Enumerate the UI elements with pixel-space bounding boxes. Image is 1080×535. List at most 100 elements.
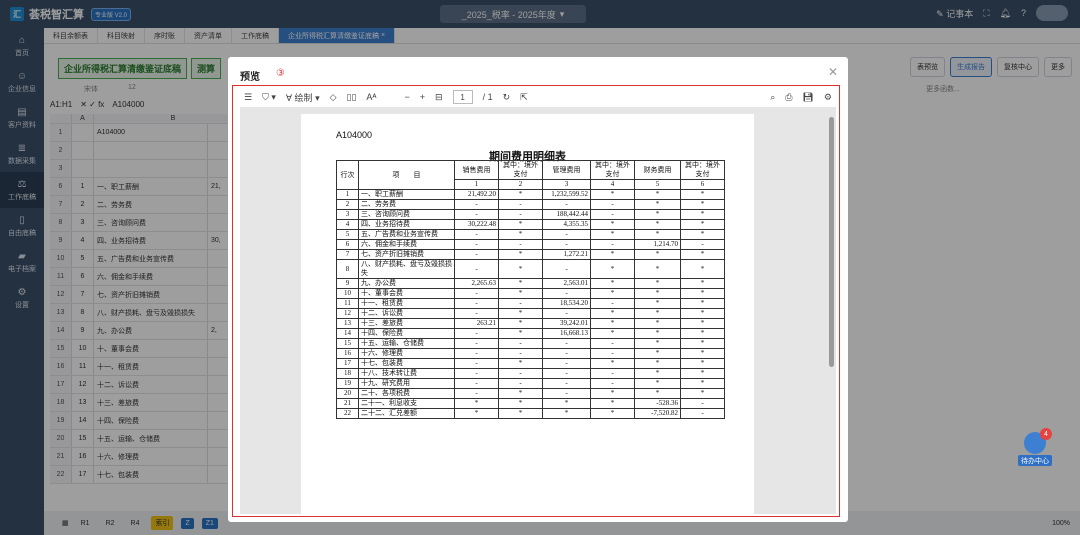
table-cell: - bbox=[590, 199, 635, 210]
column-number: 4 bbox=[590, 179, 635, 190]
table-cell: * bbox=[634, 229, 681, 240]
table-cell: 10 bbox=[336, 288, 359, 299]
scrollbar[interactable] bbox=[829, 117, 834, 367]
export-icon[interactable]: ⇱ bbox=[520, 92, 528, 103]
eraser-icon[interactable]: ◇ bbox=[330, 92, 337, 103]
outline-icon[interactable]: ☰ bbox=[244, 92, 252, 103]
table-cell: - bbox=[454, 249, 499, 260]
table-cell: * bbox=[498, 388, 543, 399]
table-cell: * bbox=[634, 288, 681, 299]
step-marker: ③ bbox=[276, 68, 285, 79]
table-header: 其中：境外支付 bbox=[680, 160, 725, 180]
todo-center-label: 待办中心 bbox=[1018, 455, 1052, 466]
table-row: 4 四、业务招待费 30,222.48 * 4,355.35 * * * bbox=[336, 219, 725, 230]
table-cell: * bbox=[590, 219, 635, 230]
fit-icon[interactable]: ⊟ bbox=[435, 92, 443, 103]
table-row: 11 十一、租赁费 - -18,534.20- * * bbox=[336, 298, 725, 309]
table-cell: 3 bbox=[336, 209, 359, 220]
table-cell: 一、职工薪酬 bbox=[358, 189, 455, 200]
table-cell: - bbox=[590, 239, 635, 250]
table-cell: * bbox=[634, 358, 681, 369]
table-cell: - bbox=[542, 229, 591, 240]
table-cell: * bbox=[680, 229, 725, 240]
table-cell: - bbox=[680, 239, 725, 250]
table-cell: -528.36 bbox=[634, 398, 681, 409]
table-cell: 17 bbox=[336, 358, 359, 369]
table-cell: - bbox=[590, 298, 635, 309]
table-cell: * bbox=[498, 358, 543, 369]
table-cell: - bbox=[498, 199, 543, 210]
table-cell: 16,668.13 bbox=[542, 328, 591, 339]
table-cell: - bbox=[498, 239, 543, 250]
table-cell: - bbox=[454, 338, 499, 349]
table-cell: 6 bbox=[336, 239, 359, 250]
table-cell: * bbox=[634, 328, 681, 339]
table-cell: * bbox=[634, 348, 681, 359]
table-cell: * bbox=[680, 209, 725, 220]
print-icon[interactable]: ⎙ bbox=[785, 92, 792, 103]
table-cell: * bbox=[498, 278, 543, 289]
table-cell: - bbox=[590, 338, 635, 349]
todo-center-widget[interactable]: 4 待办中心 bbox=[1018, 428, 1052, 468]
table-row: 18 十八、技术转让费 - - - - * * bbox=[336, 368, 725, 379]
search-icon[interactable]: ⌕ bbox=[770, 92, 775, 103]
table-cell: * bbox=[680, 308, 725, 319]
table-cell: - bbox=[454, 298, 499, 309]
table-cell: 16 bbox=[336, 348, 359, 359]
text-size-icon[interactable]: Aᴬ bbox=[366, 92, 376, 102]
table-cell: 十九、研究费用 bbox=[358, 378, 455, 389]
table-row: 13 十三、差旅费 263.21 * 39,242.01 * * * bbox=[336, 318, 725, 329]
table-cell: * bbox=[634, 338, 681, 349]
table-cell: 188,442.44 bbox=[542, 209, 591, 220]
table-cell: * bbox=[590, 408, 635, 419]
table-cell: 39,242.01 bbox=[542, 318, 591, 329]
table-cell: 18 bbox=[336, 368, 359, 379]
table-cell: * bbox=[454, 408, 499, 419]
column-number: 1 bbox=[454, 179, 499, 190]
table-cell: * bbox=[634, 189, 681, 200]
preview-dialog: 预览 ③ ✕ ☰ ⛉ ▾ ∀ 绘制 ▾ ◇ ▯▯ Aᴬ − + ⊟ 1 / 1 … bbox=[228, 57, 848, 522]
table-cell: 十一、租赁费 bbox=[358, 298, 455, 309]
table-cell: * bbox=[680, 199, 725, 210]
table-cell: - bbox=[542, 199, 591, 210]
table-cell: - bbox=[542, 388, 591, 399]
table-cell: * bbox=[590, 318, 635, 329]
table-cell: * bbox=[680, 378, 725, 389]
table-cell: - bbox=[454, 259, 499, 279]
book-icon[interactable]: ▯▯ bbox=[347, 92, 357, 103]
table-cell: 2,265.63 bbox=[454, 278, 499, 289]
settings-icon[interactable]: ⚙ bbox=[824, 92, 832, 103]
table-cell: 21,492.20 bbox=[454, 189, 499, 200]
filter-icon[interactable]: ⛉ ▾ bbox=[262, 92, 276, 103]
table-row: 15 十五、运输、仓储费 - - - - * * bbox=[336, 338, 725, 349]
table-row: 19 十九、研究费用 - - - - * * bbox=[336, 378, 725, 389]
table-cell: - bbox=[542, 348, 591, 359]
table-cell: - bbox=[542, 259, 591, 279]
table-cell: 三、咨询顾问费 bbox=[358, 209, 455, 220]
table-cell: 22 bbox=[336, 408, 359, 419]
zoom-out-icon[interactable]: − bbox=[405, 92, 410, 102]
table-cell: * bbox=[634, 209, 681, 220]
rotate-icon[interactable]: ↻ bbox=[503, 92, 511, 103]
table-row: 16 十六、修理费 - - - - * * bbox=[336, 348, 725, 359]
close-icon[interactable]: ✕ bbox=[828, 65, 838, 79]
table-cell: * bbox=[590, 189, 635, 200]
draw-tool[interactable]: ∀ 绘制 ▾ bbox=[286, 91, 320, 104]
table-cell: * bbox=[498, 189, 543, 200]
table-cell: * bbox=[634, 308, 681, 319]
pdf-viewer[interactable]: A104000 期间费用明细表 行次项 目销售费用 其中：境外支付 管理费用 其中：境… bbox=[240, 107, 836, 514]
table-cell: 二十、各项税费 bbox=[358, 388, 455, 399]
table-cell: - bbox=[542, 368, 591, 379]
table-row: 1 一、职工薪酬 21,492.20 * 1,232,599.52 * * * bbox=[336, 189, 725, 200]
table-cell: 4 bbox=[336, 219, 359, 230]
save-icon[interactable]: 💾︎ bbox=[802, 92, 813, 103]
table-cell: 20 bbox=[336, 388, 359, 399]
table-cell: * bbox=[680, 219, 725, 230]
table-cell: 六、佣金和手续费 bbox=[358, 239, 455, 250]
zoom-in-icon[interactable]: + bbox=[420, 92, 425, 102]
table-header: 项 目 bbox=[358, 160, 455, 190]
table-cell: - bbox=[542, 308, 591, 319]
table-cell: - bbox=[498, 338, 543, 349]
page-number-input[interactable]: 1 bbox=[452, 90, 473, 104]
table-header: 其中：境外支付 bbox=[498, 160, 543, 180]
